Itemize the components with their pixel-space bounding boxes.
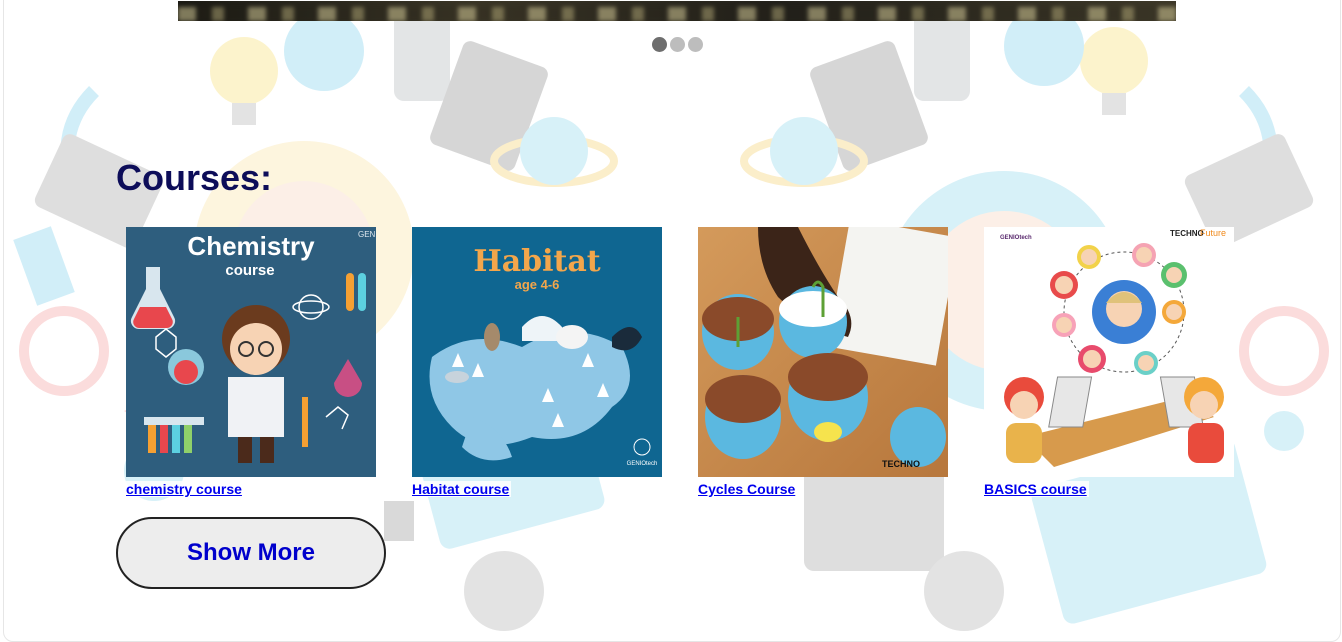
slider-dot-3[interactable] bbox=[688, 37, 703, 52]
habitat-thumb-subtitle: age 4-6 bbox=[515, 277, 560, 292]
chemistry-thumb-subtitle: course bbox=[225, 262, 274, 279]
courses-heading: Courses: bbox=[116, 157, 273, 198]
slider-dots bbox=[652, 37, 703, 52]
cycles-course-thumbnail[interactable]: TECHNO bbox=[698, 227, 948, 477]
hero-slider-image[interactable] bbox=[178, 1, 1176, 21]
slider-dot-2[interactable] bbox=[670, 37, 685, 52]
basics-course-link[interactable]: BASICS course bbox=[984, 481, 1089, 497]
course-card-habitat: Habitat age 4-6 GENIOtech Habitat course bbox=[412, 227, 662, 497]
habitat-thumb-brand: GENIOtech bbox=[627, 461, 658, 467]
course-card-basics: GENIOtech TECHNO Future BASICS course bbox=[984, 227, 1234, 497]
chemistry-course-thumbnail[interactable]: Chemistry course GENI bbox=[126, 227, 376, 477]
show-more-button[interactable]: Show More bbox=[116, 517, 386, 589]
cycles-thumb-brand: TECHNO bbox=[882, 459, 920, 469]
course-card-chemistry: Chemistry course GENI chemistry course bbox=[126, 227, 376, 497]
basics-thumb-brand2: TECHNO bbox=[1170, 229, 1204, 238]
page-frame: Courses: Chemistry course GENI chemistry… bbox=[3, 0, 1341, 642]
chemistry-thumb-title: Chemistry bbox=[187, 231, 315, 261]
basics-thumb-brand2-accent: Future bbox=[1200, 228, 1226, 238]
slider-dot-1[interactable] bbox=[652, 37, 667, 52]
course-card-cycles: TECHNO Cycles Course bbox=[698, 227, 948, 497]
habitat-course-link[interactable]: Habitat course bbox=[412, 481, 512, 497]
cycles-course-link[interactable]: Cycles Course bbox=[698, 481, 798, 497]
chemistry-course-link[interactable]: chemistry course bbox=[126, 481, 244, 497]
chemistry-thumb-brand: GENI bbox=[358, 230, 376, 239]
course-grid: Chemistry course GENI chemistry course H… bbox=[126, 227, 1246, 507]
habitat-course-thumbnail[interactable]: Habitat age 4-6 GENIOtech bbox=[412, 227, 662, 477]
basics-thumb-brand: GENIOtech bbox=[1000, 235, 1032, 241]
habitat-thumb-title: Habitat bbox=[473, 244, 600, 279]
basics-course-thumbnail[interactable]: GENIOtech TECHNO Future bbox=[984, 227, 1234, 477]
